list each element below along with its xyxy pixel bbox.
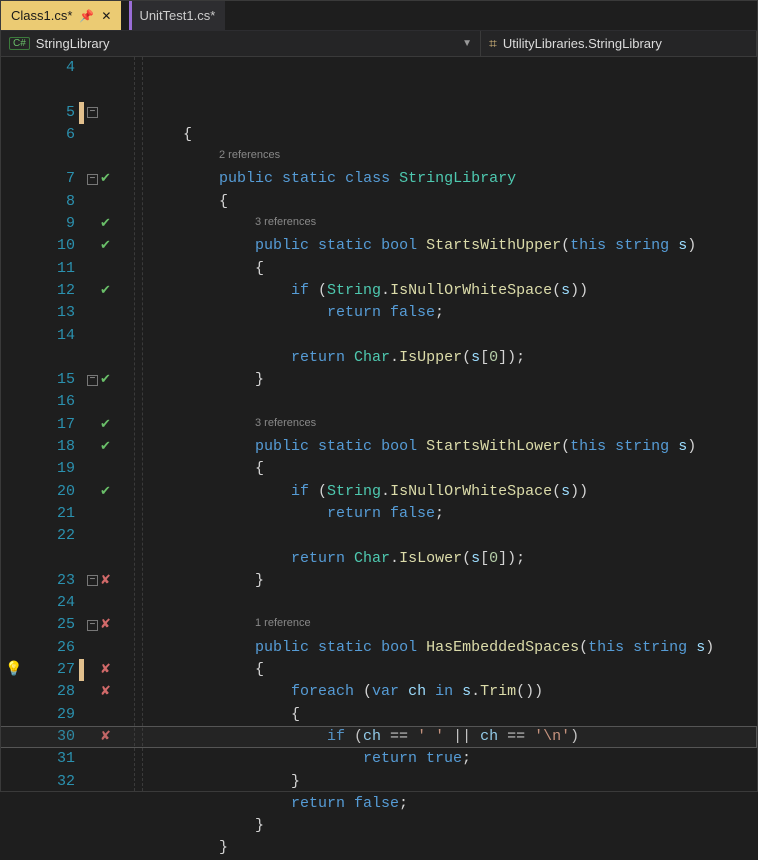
glyph-margin: −−✔︎✔︎✔︎✔︎−✔︎✔︎✔︎✔︎−✘−✘💡✘✘✘ [85,57,135,791]
line-number: 20 [1,481,75,503]
line-number: 21 [1,503,75,525]
test-fail-icon: ✘ [100,614,111,636]
test-pass-icon: ✔︎ [100,168,111,190]
line-number: 17 [1,414,75,436]
line-number: 28 [1,681,75,703]
line-number: 29 [1,704,75,726]
fold-toggle[interactable]: − [87,575,98,586]
line-number: 24 [1,592,75,614]
nav-type-label: UtilityLibraries.StringLibrary [503,36,662,51]
line-number: 6 [1,124,75,146]
test-fail-icon: ✘ [100,570,111,592]
test-fail-icon: ✘ [100,726,111,748]
code-line[interactable]: return Char.IsUpper(s[0]); [139,347,757,369]
test-fail-icon: ✘ [100,659,111,681]
code-line[interactable]: return false; [139,793,757,815]
code-line[interactable]: } [139,570,757,592]
tab-class1[interactable]: Class1.cs* 📌 ✕ [1,1,121,30]
code-line[interactable]: public static bool StartsWithUpper(this … [139,235,757,257]
line-number: 26 [1,637,75,659]
line-number: 11 [1,258,75,280]
line-number: 14 [1,325,75,347]
line-number: 13 [1,302,75,324]
tab-label: UnitTest1.cs* [139,8,215,23]
fold-toggle[interactable]: − [87,107,98,118]
line-number: 16 [1,391,75,413]
code-line[interactable]: } [139,837,757,859]
line-number: 23 [1,570,75,592]
code-line[interactable]: return false; [139,503,757,525]
code-line[interactable] [139,325,757,347]
codelens-link[interactable]: 2 references [139,146,757,168]
code-editor[interactable]: 4 56 7891011121314 1516171819202122 23242526… [1,57,757,791]
line-number: 7 [1,168,75,190]
code-line[interactable]: } [139,815,757,837]
code-line[interactable]: public static bool StartsWithLower(this … [139,436,757,458]
nav-namespace-dropdown[interactable]: C# StringLibrary ▼ [1,31,481,56]
test-pass-icon: ✔︎ [100,213,111,235]
code-line[interactable]: { [139,659,757,681]
line-number: 32 [1,771,75,793]
code-line[interactable]: { [139,124,757,146]
codelens-link[interactable]: 1 reference [139,614,757,636]
code-line[interactable]: } [139,369,757,391]
close-icon[interactable]: ✕ [101,9,111,23]
code-line[interactable]: public static class StringLibrary [139,168,757,190]
codelens-link[interactable]: 3 references [139,213,757,235]
line-number: 30 [1,726,75,748]
code-line[interactable]: { [139,458,757,480]
line-number: 19 [1,458,75,480]
test-pass-icon: ✔︎ [100,436,111,458]
nav-type-dropdown[interactable]: ⌗ UtilityLibraries.StringLibrary [481,31,757,56]
code-area[interactable]: {2 referencespublic static class StringL… [135,57,757,791]
fold-toggle[interactable]: − [87,375,98,386]
code-line[interactable]: { [139,191,757,213]
code-line[interactable]: return true; [139,748,757,770]
line-number: 8 [1,191,75,213]
line-number: 12 [1,280,75,302]
code-line[interactable]: if (String.IsNullOrWhiteSpace(s)) [139,481,757,503]
fold-toggle[interactable]: − [87,174,98,185]
codelens-link[interactable]: 3 references [139,414,757,436]
class-icon: ⌗ [489,35,497,52]
pin-icon[interactable]: 📌 [79,9,94,23]
test-pass-icon: ✔︎ [100,414,111,436]
line-number: 15 [1,369,75,391]
line-number: 4 [1,57,75,79]
lightbulb-icon[interactable]: 💡 [5,659,22,681]
code-line[interactable] [139,525,757,547]
fold-toggle[interactable]: − [87,620,98,631]
tab-label: Class1.cs* [11,8,72,23]
code-line[interactable] [139,592,757,614]
code-line[interactable]: return false; [139,302,757,324]
code-line[interactable]: { [139,704,757,726]
code-line[interactable]: if (ch == ' ' || ch == '\n') [139,726,757,748]
tab-strip: Class1.cs* 📌 ✕ UnitTest1.cs* [1,1,757,31]
code-line[interactable] [139,391,757,413]
code-line[interactable]: { [139,258,757,280]
code-line[interactable]: public static bool HasEmbeddedSpaces(thi… [139,637,757,659]
csharp-icon: C# [9,37,30,50]
line-number: 9 [1,213,75,235]
line-number: 31 [1,748,75,770]
test-pass-icon: ✔︎ [100,235,111,257]
nav-namespace-label: StringLibrary [36,36,110,51]
tab-unittest1[interactable]: UnitTest1.cs* [129,1,225,30]
code-line[interactable]: foreach (var ch in s.Trim()) [139,681,757,703]
test-fail-icon: ✘ [100,681,111,703]
line-number: 22 [1,525,75,547]
test-pass-icon: ✔︎ [100,481,111,503]
line-number: 18 [1,436,75,458]
line-number: 10 [1,235,75,257]
chevron-down-icon: ▼ [462,38,472,49]
code-line[interactable]: if (String.IsNullOrWhiteSpace(s)) [139,280,757,302]
code-line[interactable]: return Char.IsLower(s[0]); [139,548,757,570]
test-pass-icon: ✔︎ [100,280,111,302]
test-pass-icon: ✔︎ [100,369,111,391]
code-line[interactable]: } [139,771,757,793]
line-number: 5 [1,102,75,124]
line-number: 25 [1,614,75,636]
nav-bar: C# StringLibrary ▼ ⌗ UtilityLibraries.St… [1,31,757,57]
